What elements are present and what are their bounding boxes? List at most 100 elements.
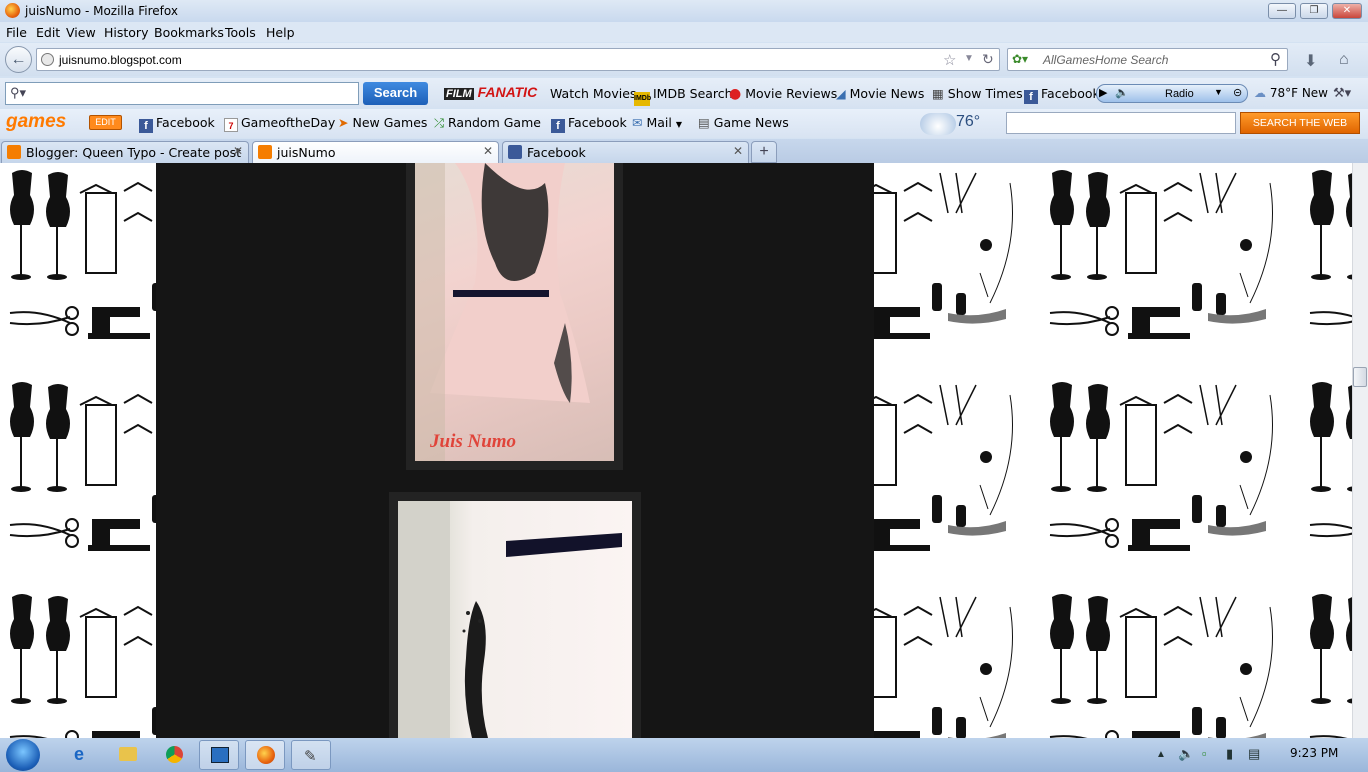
link-movie-reviews[interactable]: ● Movie Reviews (729, 86, 837, 102)
weather-cloud-icon: ☁ (1254, 86, 1266, 100)
radio-dropdown-icon[interactable]: ▼ (1214, 87, 1223, 97)
menu-help[interactable]: Help (266, 25, 295, 40)
tab-label: juisNumo (277, 145, 336, 160)
radio-label: Radio (1165, 88, 1194, 100)
mail-icon: ✉ (632, 115, 643, 130)
url-bar[interactable]: juisnumo.blogspot.com ☆ ▼ ↻ (36, 48, 1000, 71)
start-button-icon[interactable] (6, 739, 40, 771)
facebook-label: Facebook (1041, 86, 1100, 101)
firefox-icon (5, 3, 20, 18)
link-watch-movies[interactable]: Watch Movies (550, 86, 636, 101)
taskbar-clock[interactable]: 9:23 PM (1290, 746, 1338, 760)
shuffle-icon: ⤮ (434, 115, 445, 130)
clapper-icon: ▦ (932, 86, 944, 101)
web-search-input[interactable] (1006, 112, 1236, 134)
link-new-games[interactable]: ➤ New Games (338, 115, 427, 130)
paint-icon[interactable]: ✎ (291, 740, 331, 770)
film-fanatic-logo[interactable]: FILM FANATIC (444, 84, 537, 100)
radio-minus-icon[interactable]: ⊝ (1233, 86, 1242, 99)
magnifier-icon: ⚲▾ (10, 85, 27, 100)
link-facebook-tb1[interactable]: f Facebook (1024, 86, 1100, 104)
facebook-icon: f (1024, 90, 1038, 104)
back-button[interactable]: ← (5, 46, 32, 73)
link-game-of-the-day[interactable]: 7 GameoftheDay (224, 115, 335, 132)
showtimes-label: Show Times (947, 86, 1023, 101)
tomato-icon: ● (729, 86, 742, 102)
url-text[interactable]: juisnumo.blogspot.com (59, 53, 182, 67)
blog-content-column: Juis Numo (156, 163, 874, 738)
volume-tray-icon[interactable]: 🔈 (1178, 746, 1194, 762)
menu-tools[interactable]: Tools (225, 25, 256, 40)
link-random-game[interactable]: ⤮ Random Game (434, 115, 541, 131)
firefox-taskbar-icon[interactable] (245, 740, 285, 770)
search-the-web-button[interactable]: SEARCH THE WEB (1240, 112, 1360, 134)
network-tray-icon[interactable]: ▫ (1202, 746, 1207, 761)
tab-blogger[interactable]: Blogger: Queen Typo - Create post ✕ (1, 141, 249, 163)
close-window-button[interactable]: ✕ (1332, 3, 1362, 19)
toolbar-search-input[interactable]: ⚲▾ (5, 82, 359, 105)
close-tab-icon[interactable]: ✕ (733, 144, 743, 158)
scrollbar-thumb[interactable] (1353, 367, 1367, 387)
game-news-label: Game News (713, 115, 789, 130)
link-movie-news[interactable]: ◢ Movie News (836, 86, 924, 101)
tab-facebook[interactable]: Facebook ✕ (502, 141, 749, 163)
internet-explorer-icon[interactable]: e (62, 740, 102, 770)
facebook-label: Facebook (568, 115, 627, 130)
page-content: Juis Numo (0, 163, 1352, 738)
chrome-icon[interactable] (154, 740, 194, 770)
file-explorer-icon[interactable] (108, 740, 148, 770)
tab-juisnumo[interactable]: juisNumo ✕ (252, 141, 499, 163)
link-facebook-tb2-b[interactable]: f Facebook (551, 115, 627, 133)
bookmark-star-icon[interactable]: ☆ (943, 51, 956, 69)
play-icon[interactable]: ▶ (1099, 86, 1107, 99)
link-mail[interactable]: ✉ Mail ▼ (632, 115, 682, 130)
link-game-news[interactable]: ▤ Game News (698, 115, 789, 130)
taskbar-app-icon[interactable] (199, 740, 239, 770)
link-imdb-search[interactable]: IMDb IMDB Search (634, 86, 733, 106)
temperature[interactable]: 76° (956, 113, 980, 131)
close-tab-icon[interactable]: ✕ (483, 144, 493, 158)
toolbar-search-button[interactable]: Search (363, 82, 428, 105)
reviews-label: Movie Reviews (745, 86, 838, 101)
imdb-label: IMDB Search (653, 86, 733, 101)
menu-file[interactable]: File (6, 25, 27, 40)
minimize-button[interactable]: — (1268, 3, 1296, 19)
menu-bookmarks[interactable]: Bookmarks (154, 25, 224, 40)
search-icon[interactable]: ⚲ (1270, 50, 1281, 68)
window-title: juisNumo - Mozilla Firefox (25, 4, 178, 18)
show-hidden-icons[interactable]: ▲ (1156, 749, 1166, 760)
games-logo[interactable]: games (6, 111, 66, 133)
new-tab-button[interactable]: + (751, 141, 777, 163)
tab-label: Blogger: Queen Typo - Create post (26, 145, 242, 160)
calendar-icon: 7 (224, 118, 238, 132)
download-icon[interactable]: ⬇ (1304, 51, 1317, 71)
battery-tray-icon[interactable]: ▮ (1226, 746, 1233, 762)
news-icon: ▤ (698, 115, 710, 130)
restore-button[interactable]: ❐ (1300, 3, 1328, 19)
menu-edit[interactable]: Edit (36, 25, 60, 40)
dress-photo-2[interactable] (398, 501, 632, 738)
edit-button[interactable]: EDIT (89, 115, 122, 130)
reload-icon[interactable]: ↻ (982, 51, 994, 68)
dress-photo-1[interactable]: Juis Numo (415, 163, 614, 461)
vertical-scrollbar[interactable] (1352, 163, 1368, 738)
mail-dropdown-icon[interactable]: ▼ (676, 120, 682, 129)
menu-history[interactable]: History (104, 25, 148, 40)
facebook-icon (508, 145, 522, 159)
dress-illustration (415, 163, 590, 461)
home-icon[interactable]: ⌂ (1339, 51, 1349, 69)
menu-view[interactable]: View (66, 25, 96, 40)
web-search-box[interactable]: ✿▾ AllGamesHome Search ⚲ (1007, 48, 1288, 71)
volume-icon[interactable]: 🔈 (1115, 86, 1129, 99)
link-show-times[interactable]: ▦ Show Times (932, 86, 1023, 101)
weather-cloud-icon[interactable] (920, 113, 956, 135)
url-dropdown-icon[interactable]: ▼ (964, 53, 974, 64)
link-facebook-tb2-a[interactable]: f Facebook (139, 115, 215, 133)
search-engine-icon[interactable]: ✿▾ (1012, 52, 1028, 66)
site-identity-icon[interactable] (41, 53, 54, 66)
facebook-icon: f (551, 119, 565, 133)
close-tab-icon[interactable]: ✕ (233, 144, 243, 158)
weather-widget[interactable]: ☁ 78°F New (1254, 86, 1328, 100)
action-center-icon[interactable]: ▤ (1248, 746, 1260, 762)
tools-icon[interactable]: ⚒▾ (1333, 85, 1351, 101)
